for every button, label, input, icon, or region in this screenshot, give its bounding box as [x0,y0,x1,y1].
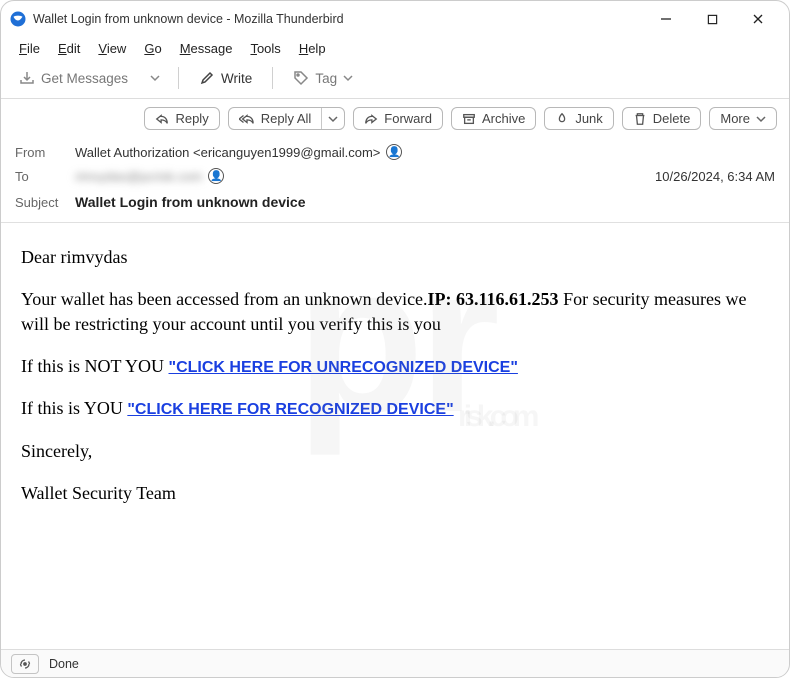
recognized-device-link[interactable]: "CLICK HERE FOR RECOGNIZED DEVICE" [127,401,453,418]
archive-button[interactable]: Archive [451,107,536,130]
from-value: Wallet Authorization <ericanguyen1999@gm… [75,144,402,160]
get-messages-dropdown[interactable] [146,73,164,83]
download-icon [19,70,35,86]
forward-icon [364,112,378,126]
sincerely: Sincerely, [21,439,771,463]
you-line: If this is YOU "CLICK HERE FOR RECOGNIZE… [21,396,771,421]
menu-go[interactable]: Go [136,39,169,58]
tag-icon [293,70,309,86]
chevron-down-icon [756,114,766,124]
separator [272,67,273,89]
reply-all-icon [239,112,255,126]
menu-view[interactable]: View [90,39,134,58]
status-text: Done [49,657,79,671]
toolbar: Get Messages Write Tag [1,62,789,99]
to-row: To rimvydas@pcrisk.com 👤 10/26/2024, 6:3… [15,164,775,188]
reply-all-dropdown[interactable] [321,108,344,129]
menu-tools[interactable]: Tools [242,39,288,58]
titlebar: Wallet Login from unknown device - Mozil… [1,1,789,37]
more-button[interactable]: More [709,107,777,130]
close-button[interactable] [735,1,781,37]
separator [178,67,179,89]
message-body: Dear rimvydas Your wallet has been acces… [1,223,789,540]
pencil-icon [199,70,215,86]
tag-button[interactable]: Tag [287,66,359,90]
write-button[interactable]: Write [193,66,258,90]
unrecognized-device-link[interactable]: "CLICK HERE FOR UNRECOGNIZED DEVICE" [169,359,518,376]
window-controls [643,1,781,37]
thunderbird-icon [9,10,27,28]
maximize-button[interactable] [689,1,735,37]
to-label: To [15,169,75,184]
reply-button[interactable]: Reply [144,107,219,130]
to-value: rimvydas@pcrisk.com 👤 [75,168,224,184]
contact-icon[interactable]: 👤 [386,144,402,160]
get-messages-button[interactable]: Get Messages [13,66,134,90]
window-title: Wallet Login from unknown device - Mozil… [33,12,344,26]
message-headers: From Wallet Authorization <ericanguyen19… [1,136,789,223]
from-row: From Wallet Authorization <ericanguyen19… [15,140,775,164]
menu-help[interactable]: Help [291,39,334,58]
menu-message[interactable]: Message [172,39,241,58]
menubar: File Edit View Go Message Tools Help [1,37,789,62]
reply-icon [155,112,169,126]
menu-edit[interactable]: Edit [50,39,88,58]
greeting: Dear rimvydas [21,245,771,269]
message-date: 10/26/2024, 6:34 AM [655,169,775,184]
signature: Wallet Security Team [21,481,771,505]
statusbar: Done [1,649,789,677]
trash-icon [633,112,647,126]
forward-button[interactable]: Forward [353,107,443,130]
junk-button[interactable]: Junk [544,107,613,130]
delete-button[interactable]: Delete [622,107,702,130]
archive-icon [462,112,476,126]
junk-icon [555,112,569,126]
chevron-down-icon [343,73,353,83]
connection-status-icon[interactable] [11,654,39,674]
paragraph-1: Your wallet has been accessed from an un… [21,287,771,336]
minimize-button[interactable] [643,1,689,37]
message-action-row: Reply Reply All Forward Archive Junk Del… [1,99,789,136]
subject-label: Subject [15,195,75,210]
contact-icon[interactable]: 👤 [208,168,224,184]
menu-file[interactable]: File [11,39,48,58]
subject-value: Wallet Login from unknown device [75,194,306,210]
not-you-line: If this is NOT YOU "CLICK HERE FOR UNREC… [21,354,771,379]
reply-all-button[interactable]: Reply All [228,107,346,130]
subject-row: Subject Wallet Login from unknown device [15,188,775,214]
from-label: From [15,145,75,160]
